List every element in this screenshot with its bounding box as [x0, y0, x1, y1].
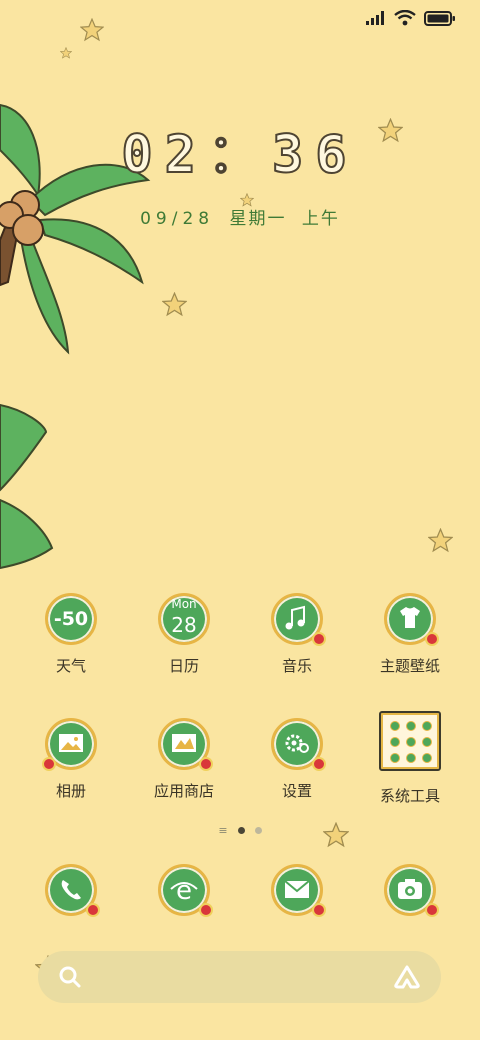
flower-decoration-icon: [425, 632, 439, 646]
search-icon[interactable]: [58, 965, 82, 989]
app-label: 应用商店: [153, 782, 214, 800]
dock-browser[interactable]: e: [129, 864, 239, 917]
app-store[interactable]: 应用商店: [129, 718, 239, 801]
assistant-icon[interactable]: [393, 964, 421, 990]
app-weather[interactable]: -50 天气: [16, 593, 126, 676]
wifi-icon: [394, 10, 416, 26]
clock-time[interactable]: 02：36: [0, 112, 480, 187]
weather-temperature: -50: [53, 608, 89, 630]
messages-icon: [271, 864, 326, 917]
dock-phone[interactable]: [16, 864, 126, 917]
app-gallery[interactable]: 相册: [16, 718, 126, 801]
camera-icon: [384, 864, 439, 917]
folder-system-tools[interactable]: 系统工具: [355, 711, 465, 806]
status-bar: [366, 10, 456, 26]
signal-icon: [366, 11, 384, 25]
dock-messages[interactable]: [242, 864, 352, 917]
search-bar[interactable]: [38, 951, 441, 1003]
dock-camera[interactable]: [355, 864, 465, 917]
mini-app-icon: [406, 721, 416, 731]
phone-icon: [45, 864, 100, 917]
calendar-icon: Mon 28: [158, 593, 210, 645]
app-label: 系统工具: [379, 787, 440, 805]
clock-date-line[interactable]: 09/28 星期一 上午: [0, 204, 480, 229]
mini-app-icon: [422, 737, 432, 747]
page-indicator[interactable]: ≡: [0, 824, 480, 837]
app-settings[interactable]: 设置: [242, 718, 352, 801]
weather-icon: -50: [45, 593, 97, 645]
battery-icon: [424, 10, 455, 26]
browser-icon: e: [158, 864, 213, 917]
app-music[interactable]: 音乐: [242, 593, 352, 676]
mini-app-icon: [406, 737, 416, 747]
flower-decoration-icon: [312, 903, 326, 917]
flower-decoration-icon: [425, 903, 439, 917]
page-dot-current[interactable]: [237, 827, 245, 834]
mini-app-icon: [390, 721, 400, 731]
mini-app-icon: [390, 753, 400, 763]
app-label: 日历: [168, 657, 199, 675]
clock-date: 09/28: [140, 209, 215, 229]
flower-decoration-icon: [86, 903, 100, 917]
app-label: 音乐: [281, 657, 312, 675]
flower-decoration-icon: [312, 632, 326, 646]
calendar-day: 28: [171, 613, 197, 637]
mini-app-icon: [390, 737, 400, 747]
system-tools-folder-icon: [379, 711, 441, 771]
flower-decoration-icon: [199, 757, 213, 771]
mini-app-icon: [406, 753, 416, 763]
app-label: 设置: [281, 782, 312, 800]
page-dot[interactable]: [254, 827, 262, 834]
app-label: 主题壁纸: [379, 657, 440, 675]
theme-wallpaper-icon: [384, 593, 439, 646]
app-calendar[interactable]: Mon 28 日历: [129, 593, 239, 676]
app-label: 相册: [55, 782, 86, 800]
music-icon: [271, 593, 326, 646]
settings-icon: [271, 718, 326, 771]
clock-weekday: 星期一: [229, 209, 287, 229]
mini-app-icon: [422, 721, 432, 731]
flower-decoration-icon: [199, 903, 213, 917]
calendar-month: Mon: [171, 597, 197, 611]
clock-period: 上午: [301, 209, 340, 229]
gallery-icon: [42, 718, 97, 771]
flower-decoration-icon: [312, 757, 326, 771]
mini-app-icon: [422, 753, 432, 763]
app-store-icon: [158, 718, 213, 771]
app-theme-wallpaper[interactable]: 主题壁纸: [355, 593, 465, 676]
svg-text:e: e: [176, 876, 192, 906]
menu-lines-icon[interactable]: ≡: [218, 824, 227, 837]
flower-decoration-icon: [42, 757, 56, 771]
app-label: 天气: [55, 657, 86, 675]
